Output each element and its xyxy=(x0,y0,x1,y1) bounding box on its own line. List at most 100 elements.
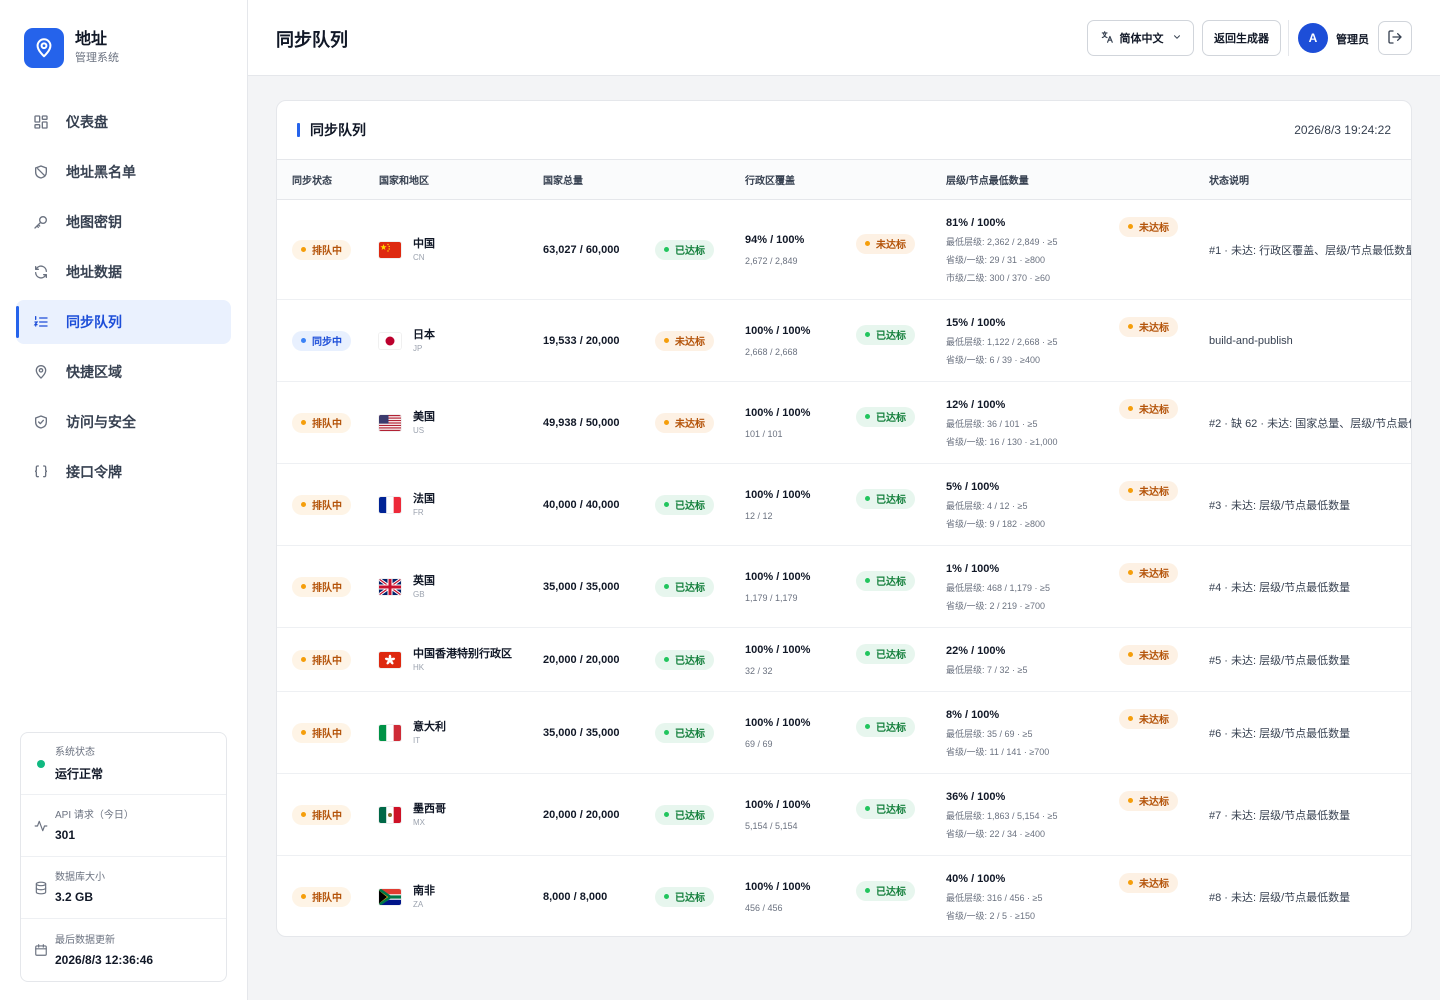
status-dot-icon xyxy=(1128,224,1133,229)
table-row[interactable]: 排队中 法国 FR 40,000 / 40,000 已达标 100% / 100% 12 /… xyxy=(277,463,1411,546)
level-cell: 36% / 100% 最低层级: 1,863 / 5,154 · ≥5 省级/一级:… xyxy=(931,773,1194,856)
coverage-cell: 100% / 100% 32 / 32 已达标 xyxy=(730,627,931,692)
flag-us-icon xyxy=(379,414,401,431)
country-name: 意大利 xyxy=(413,721,446,733)
status-dot-icon xyxy=(301,812,306,817)
country-cell: 法国 FR xyxy=(364,463,528,546)
sidebar-item-dashboard[interactable]: 仪表盘 xyxy=(16,100,231,144)
status-dot-icon xyxy=(664,502,669,507)
status-dot-icon xyxy=(664,730,669,735)
country-code: CN xyxy=(413,253,425,262)
note-cell: #8 · 未达: 层级/节点最低数量 xyxy=(1194,856,1411,937)
logout-button[interactable] xyxy=(1378,21,1412,55)
level-detail-line: 最低层级: 1,122 / 2,668 · ≥5 xyxy=(946,336,1058,347)
sidebar-item-address-blacklist[interactable]: 地址黑名单 xyxy=(16,150,231,194)
level-cell: 40% / 100% 最低层级: 316 / 456 · ≥5 省级/一级: 2 /… xyxy=(931,856,1194,937)
sidebar-item-quick-regions[interactable]: 快捷区域 xyxy=(16,350,231,394)
coverage-detail: 456 / 456 xyxy=(745,902,783,913)
table-row[interactable]: 排队中 英国 GB 35,000 / 35,000 已达标 100% / 100% 1,17… xyxy=(277,545,1411,628)
api-requests-value: 301 xyxy=(55,828,76,842)
status-note: #4 · 未达: 层级/节点最低数量 xyxy=(1209,581,1351,594)
status-dot-icon xyxy=(664,584,669,589)
brand-subtitle: 管理系统 xyxy=(75,52,119,64)
sidebar-item-sync-queue[interactable]: 同步队列 xyxy=(16,300,231,344)
coverage-detail: 5,154 / 5,154 xyxy=(745,820,798,831)
sidebar-item-api-tokens[interactable]: 接口令牌 xyxy=(16,450,231,494)
sidebar-item-map-keys[interactable]: 地图密钥 xyxy=(16,200,231,244)
sync-status-badge: 排队中 xyxy=(292,239,351,260)
level-detail-line: 最低层级: 36 / 101 · ≥5 xyxy=(946,418,1038,429)
total-status-badge: 已达标 xyxy=(655,886,714,907)
key-icon xyxy=(32,213,50,231)
country-cell: 日本 JP xyxy=(364,299,528,382)
status-note: #8 · 未达: 层级/节点最低数量 xyxy=(1209,891,1351,904)
coverage-cell: 100% / 100% 101 / 101 已达标 xyxy=(730,381,931,464)
level-value: 40% / 100% xyxy=(946,872,1006,885)
status-dot-icon xyxy=(301,584,306,589)
back-to-generator-button[interactable]: 返回生成器 xyxy=(1202,20,1281,56)
table-row[interactable]: 排队中 墨西哥 MX 20,000 / 20,000 已达标 100% / 100% 5,1… xyxy=(277,773,1411,856)
table-row[interactable]: 排队中 中国 CN 63,027 / 60,000 已达标 94% / 100% 2,672… xyxy=(277,199,1412,300)
level-detail-line: 省级/一级: 16 / 130 · ≥1,000 xyxy=(946,436,1058,447)
coverage-status-badge: 已达标 xyxy=(856,406,915,427)
level-detail-line: 省级/一级: 11 / 141 · ≥700 xyxy=(946,746,1050,757)
total-status-badge: 已达标 xyxy=(655,649,714,670)
sidebar-item-label: 接口令牌 xyxy=(66,464,122,480)
sidebar-item-access-security[interactable]: 访问与安全 xyxy=(16,400,231,444)
flag-hk-icon xyxy=(379,651,401,668)
status-dot-icon xyxy=(865,724,870,729)
level-cell: 12% / 100% 最低层级: 36 / 101 · ≥5 省级/一级: 16 /… xyxy=(931,381,1194,464)
total-cell: 40,000 / 40,000 已达标 xyxy=(528,463,730,546)
level-status-badge: 未达标 xyxy=(1119,480,1178,501)
level-value: 36% / 100% xyxy=(946,790,1006,803)
coverage-cell: 100% / 100% 1,179 / 1,179 已达标 xyxy=(730,545,931,628)
table-header-row: 同步状态 国家和地区 国家总量 行政区覆盖 层级/节点最低数量 状态说明 xyxy=(277,159,1411,200)
total-value: 20,000 / 20,000 xyxy=(543,653,620,666)
status-dot-icon xyxy=(301,338,306,343)
status-dot-icon xyxy=(301,502,306,507)
coverage-status-badge: 未达标 xyxy=(856,233,915,254)
status-dot-icon xyxy=(664,894,669,900)
coverage-status-badge: 已达标 xyxy=(856,643,915,664)
page-title: 同步队列 xyxy=(276,30,348,50)
status-dot-icon xyxy=(865,888,870,894)
country-code: JP xyxy=(413,344,423,353)
coverage-status-badge: 已达标 xyxy=(856,798,915,819)
note-cell: #5 · 未达: 层级/节点最低数量 xyxy=(1194,627,1411,692)
sidebar-item-address-data[interactable]: 地址数据 xyxy=(16,250,231,294)
map-pin-icon xyxy=(32,363,50,381)
title-accent-bar xyxy=(297,123,300,137)
total-cell: 63,027 / 60,000 已达标 xyxy=(528,199,730,300)
level-status-badge: 未达标 xyxy=(1119,708,1178,729)
sync-status-cell: 排队中 xyxy=(277,199,364,300)
table-row[interactable]: 排队中 美国 US 49,938 / 50,000 未达标 100% / 100% 101 … xyxy=(277,381,1411,464)
total-status-badge: 未达标 xyxy=(655,330,714,351)
status-note: #2 · 缺 62 · 未达: 国家总量、层级/节点最低数量 xyxy=(1209,417,1411,430)
status-dot-icon xyxy=(664,338,669,343)
level-cell: 8% / 100% 最低层级: 35 / 69 · ≥5 省级/一级: 11 / 1… xyxy=(931,691,1194,774)
column-header-coverage: 行政区覆盖 xyxy=(730,159,931,200)
table-row[interactable]: 排队中 南非 ZA 8,000 / 8,000 已达标 100% / 100% 456 / … xyxy=(277,856,1411,937)
level-detail-line: 最低层级: 1,863 / 5,154 · ≥5 xyxy=(946,810,1058,821)
coverage-status-badge: 已达标 xyxy=(856,324,915,345)
sync-status-cell: 排队中 xyxy=(277,627,364,692)
total-status-badge: 已达标 xyxy=(655,494,714,515)
last-update-label: 最后数据更新 xyxy=(55,934,115,946)
language-select-button[interactable]: 简体中文 xyxy=(1087,20,1194,56)
status-note: #1 · 未达: 行政区覆盖、层级/节点最低数量 xyxy=(1209,244,1412,257)
sync-queue-card: 同步队列 2026/8/3 19:24:22 同步状态 国家和地区 国家总量 行… xyxy=(276,100,1412,937)
column-header-note: 状态说明 xyxy=(1194,159,1411,200)
country-name: 墨西哥 xyxy=(413,803,446,815)
level-value: 5% / 100% xyxy=(946,480,1000,493)
status-dot-icon xyxy=(301,420,306,425)
table-row[interactable]: 排队中 中国香港特别行政区 HK 20,000 / 20,000 已达标 100% / 1… xyxy=(277,627,1411,692)
table-row[interactable]: 同步中 日本 JP 19,533 / 20,000 未达标 100% / 100% 2,66… xyxy=(277,299,1411,382)
level-status-badge: 未达标 xyxy=(1119,562,1178,583)
list-ordered-icon xyxy=(32,313,50,331)
brand[interactable]: 地址 管理系统 xyxy=(24,28,119,68)
status-dot-icon xyxy=(1128,488,1133,493)
table-row[interactable]: 排队中 意大利 IT 35,000 / 35,000 已达标 100% / 100% 69 … xyxy=(277,691,1411,774)
sync-status-badge: 同步中 xyxy=(292,330,351,351)
country-cell: 美国 US xyxy=(364,381,528,464)
avatar[interactable]: A xyxy=(1298,23,1328,53)
